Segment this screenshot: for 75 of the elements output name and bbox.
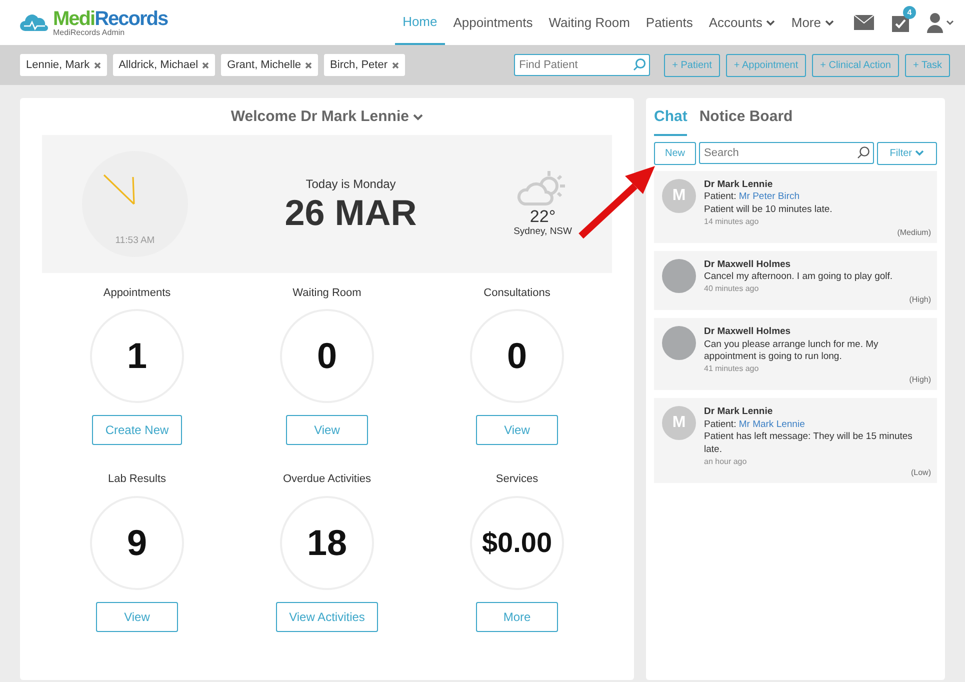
stat-counter: 0 [470, 309, 564, 403]
message-priority: (High) [909, 294, 931, 306]
message-text: Patient will be 10 minutes late. [704, 204, 834, 217]
stat-label: Services [494, 472, 540, 487]
message-priority: (Low) [910, 468, 931, 479]
photo-placeholder [662, 326, 696, 360]
nav-link[interactable]: Accounts [700, 0, 784, 45]
message-priority: (High) [909, 374, 931, 386]
message-text: Patient has left message: They will be 15 minutes late. [704, 431, 914, 458]
brand-subtitle: MediRecords Admin [53, 28, 126, 36]
temperature: 22° [528, 208, 557, 225]
nav-link[interactable]: Appointments [445, 0, 541, 45]
stat-counter: 9 [90, 496, 184, 590]
message-priority: (Medium) [897, 228, 931, 239]
stat-label: Consultations [482, 286, 552, 300]
photo-placeholder [662, 258, 696, 293]
message-author: Dr Maxwell Holmes [704, 258, 792, 272]
message-time: 40 minutes ago [704, 284, 760, 295]
find-patient-field[interactable]: Find Patient [514, 54, 650, 76]
close-icon[interactable] [305, 62, 312, 68]
notification-count: 4 [903, 6, 916, 20]
message-time: 14 minutes ago [704, 216, 760, 228]
today-label: Today is Monday [304, 176, 397, 193]
stat-label: Appointments [102, 286, 172, 300]
message-text: Can you please arrange lunch for me. My appointment is going to run long. [704, 338, 880, 364]
patient-tab[interactable]: Grant, Michelle [221, 54, 318, 76]
patient-name[interactable]: Birch, Peter [330, 56, 388, 74]
search-icon[interactable] [856, 146, 870, 158]
stat-label: Overdue Activities [282, 472, 372, 487]
patient-name[interactable]: Lennie, Mark [26, 56, 90, 74]
mail-icon[interactable] [854, 15, 874, 30]
panel-tab[interactable]: Notice Board [699, 106, 793, 136]
clock-time: 11:53 AM [114, 234, 156, 248]
patient-name[interactable]: Grant, Michelle [227, 56, 302, 74]
checklist-icon[interactable] [892, 14, 909, 32]
welcome-heading[interactable]: Welcome Dr Mark Lennie [230, 108, 409, 125]
stat-counter: 1 [90, 309, 184, 403]
caret-icon[interactable] [413, 114, 424, 121]
cloud-logo-icon [20, 14, 50, 32]
patient-tab[interactable]: Alldrick, Michael [112, 54, 216, 76]
search-field[interactable]: Search [699, 142, 874, 164]
stat-counter: 0 [280, 309, 374, 403]
caret-icon[interactable] [766, 20, 776, 26]
chat-message[interactable]: Dr Maxwell Holmes Can you please arrange lunch for me. My appointment is going to run long. 41 minutes ago (High) [654, 318, 937, 390]
chat-message[interactable]: Dr Maxwell Holmes Cancel my afternoon. I am going to play golf. 40 minutes ago (High) [654, 250, 937, 310]
nav-link[interactable]: Patients [638, 0, 701, 45]
message-time: an hour ago [704, 457, 748, 468]
nav-link[interactable]: Waiting Room [540, 0, 638, 45]
message-author: Dr Mark Lennie [704, 406, 774, 419]
message-author: Dr Maxwell Holmes [704, 326, 792, 339]
caret-icon [915, 150, 924, 156]
caret-icon[interactable] [825, 20, 834, 26]
close-icon[interactable] [392, 62, 399, 68]
patient-tab[interactable]: Lennie, Mark [20, 54, 107, 76]
patient-name[interactable]: Alldrick, Michael [118, 56, 198, 74]
stat-label: Lab Results [106, 472, 168, 487]
stat-label: Waiting Room [292, 286, 362, 300]
weather-location: Sydney, NSW [514, 224, 572, 239]
patient-line: Patient: Mr Mark Lennie [704, 418, 806, 432]
close-icon[interactable] [94, 62, 101, 68]
brand-name: MediRecords [53, 8, 168, 28]
patient-line: Patient: Mr Peter Birch [704, 191, 801, 204]
user-icon[interactable] [927, 12, 955, 32]
close-icon[interactable] [202, 62, 210, 68]
message-text: Cancel my afternoon. I am going to play golf. [704, 271, 894, 284]
patient-link[interactable]: Mr Peter Birch [738, 191, 800, 202]
clock-hands-icon [103, 174, 137, 206]
message-author: Dr Mark Lennie [704, 178, 774, 192]
patient-link[interactable]: Mr Mark Lennie [738, 418, 805, 430]
message-time: 41 minutes ago [704, 364, 760, 375]
stat-counter: $0.00 [470, 496, 564, 590]
stat-counter: 18 [280, 496, 374, 590]
nav-link[interactable]: More [783, 0, 842, 45]
patient-tab[interactable]: Birch, Peter [324, 54, 405, 76]
today-date: 26 MAR [284, 192, 418, 232]
